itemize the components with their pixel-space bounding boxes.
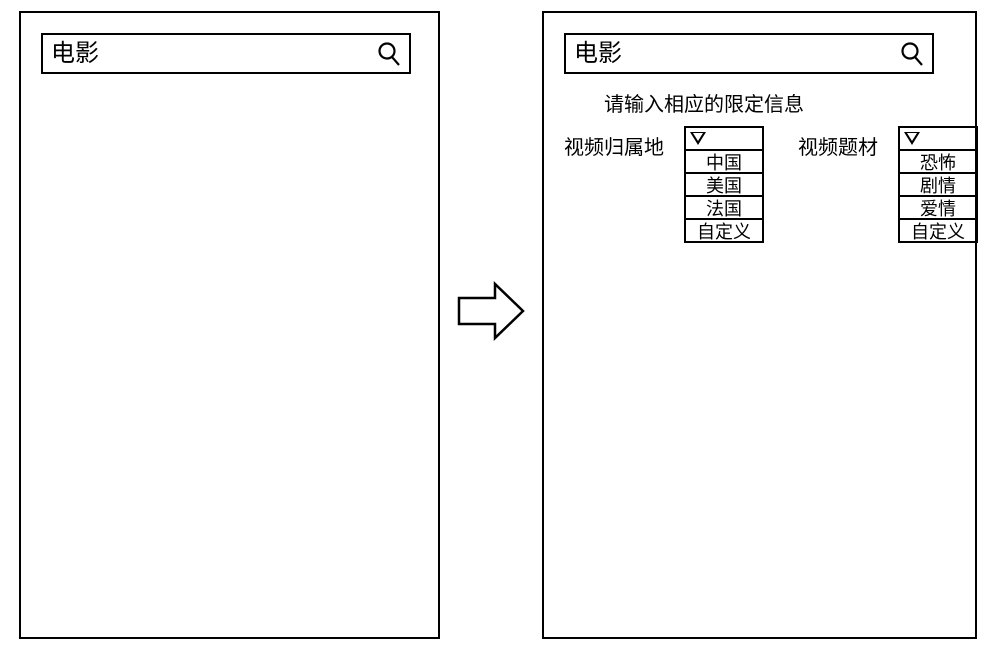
search-bar[interactable]: 电影 (41, 33, 411, 74)
filter-genre-label: 视频题材 (798, 131, 878, 160)
filter-region-dropdown[interactable]: 中国 美国 法国 自定义 (684, 126, 764, 243)
search-input-value: 电影 (574, 42, 622, 66)
dropdown-option[interactable]: 自定义 (898, 220, 978, 243)
search-input-value: 电影 (51, 42, 99, 66)
chevron-down-icon (690, 132, 706, 145)
dropdown-toggle[interactable] (898, 126, 978, 151)
search-icon[interactable] (900, 41, 924, 67)
dropdown-toggle[interactable] (684, 126, 764, 151)
search-bar[interactable]: 电影 (564, 33, 934, 74)
dropdown-option[interactable]: 自定义 (684, 220, 764, 243)
search-icon[interactable] (377, 41, 401, 67)
filter-prompt: 请输入相应的限定信息 (604, 88, 804, 117)
transition-arrow-icon (457, 280, 527, 342)
screen-after: 电影 请输入相应的限定信息 视频归属地 中国 美国 法国 自定义 视频题材 恐怖… (542, 11, 977, 639)
screen-before: 电影 (19, 11, 440, 639)
chevron-down-icon (904, 132, 920, 145)
filter-genre-dropdown[interactable]: 恐怖 剧情 爱情 自定义 (898, 126, 978, 243)
filter-region-label: 视频归属地 (564, 131, 664, 160)
